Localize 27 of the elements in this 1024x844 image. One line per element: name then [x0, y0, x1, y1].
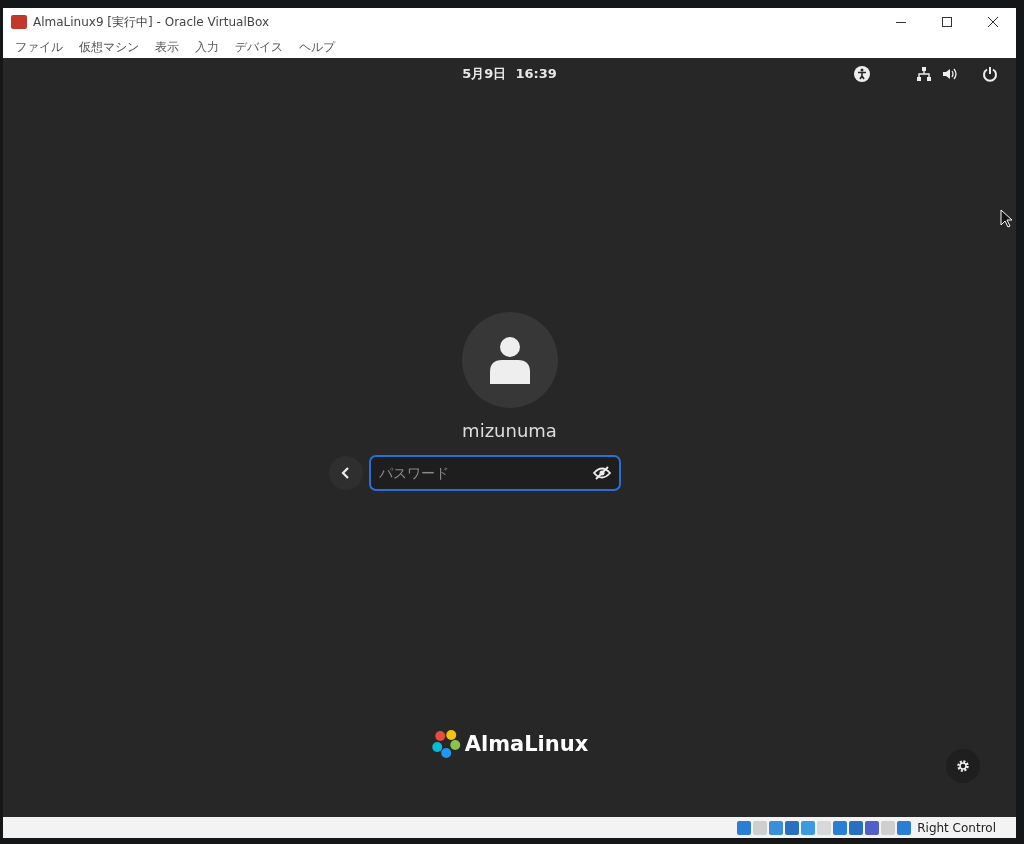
- host-key-label: Right Control: [917, 820, 996, 835]
- username: mizunuma: [462, 420, 557, 441]
- password-field[interactable]: パスワード: [368, 455, 621, 491]
- maximize-icon: [942, 17, 952, 27]
- back-button[interactable]: [328, 456, 363, 490]
- menu-item[interactable]: デバイス: [227, 38, 291, 56]
- logo-icon: [430, 729, 461, 759]
- eye-slash-icon[interactable]: [592, 466, 611, 480]
- volume-icon[interactable]: [942, 66, 958, 82]
- close-icon: [988, 17, 998, 27]
- settings-button[interactable]: [946, 749, 980, 783]
- minimize-icon: [896, 21, 906, 23]
- menu-item[interactable]: 入力: [187, 38, 227, 56]
- app-icon: [11, 15, 27, 29]
- accessibility-icon[interactable]: [854, 66, 870, 82]
- logo-text: AlmaLinux: [464, 732, 589, 756]
- gear-icon: [956, 759, 970, 773]
- window-title: AlmaLinux9 [実行中] - Oracle VirtualBox: [33, 13, 270, 31]
- menu-item[interactable]: 表示: [147, 38, 187, 56]
- mouse-cursor-icon: [1000, 209, 1012, 228]
- menu-item[interactable]: ファイル: [7, 38, 71, 56]
- chevron-left-icon: [340, 467, 351, 479]
- menu-item[interactable]: 仮想マシン: [71, 38, 147, 56]
- person-icon: [487, 336, 532, 384]
- clock[interactable]: 5月9日 16:39: [462, 65, 557, 83]
- power-icon[interactable]: [982, 66, 998, 82]
- menu-item[interactable]: ヘルプ: [291, 38, 343, 56]
